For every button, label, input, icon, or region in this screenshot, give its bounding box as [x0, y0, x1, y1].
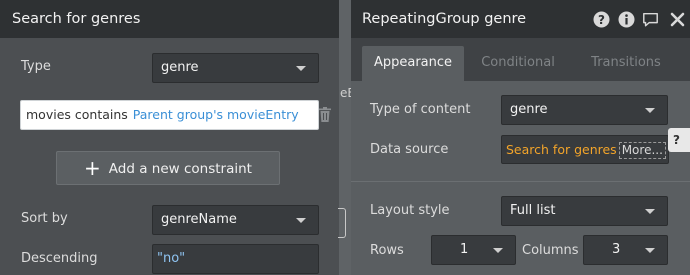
constraint-field[interactable]: movies contains	[26, 107, 128, 122]
columns-label: Columns	[522, 243, 579, 258]
help-side-tab[interactable]: ?	[668, 128, 690, 152]
property-editor-title: RepeatingGroup genre	[351, 0, 690, 38]
type-of-content-value: genre	[510, 102, 548, 117]
add-constraint-label: Add a new constraint	[108, 161, 252, 177]
svg-text:?: ?	[598, 13, 605, 27]
help-icon[interactable]: ?	[593, 11, 610, 28]
chevron-down-icon	[645, 108, 655, 113]
trash-icon[interactable]	[319, 107, 331, 122]
canvas-element-edge	[338, 208, 346, 238]
rows-label: Rows	[370, 243, 404, 258]
data-source-expression[interactable]: Search for genres	[506, 142, 617, 157]
rows-dropdown[interactable]: 1	[431, 235, 516, 265]
constraint-value[interactable]: Parent group's movieEntry	[133, 107, 299, 122]
columns-dropdown[interactable]: 3	[583, 235, 668, 265]
chevron-down-icon	[493, 248, 503, 253]
type-dropdown-value: genre	[161, 60, 199, 75]
plus-icon: +	[84, 156, 101, 180]
layout-style-dropdown[interactable]: Full list	[501, 196, 668, 226]
sort-by-value: genreName	[161, 212, 237, 227]
type-of-content-dropdown[interactable]: genre	[501, 95, 668, 125]
layout-style-label: Layout style	[370, 203, 450, 218]
data-source-label: Data source	[370, 142, 449, 157]
add-constraint-button[interactable]: + Add a new constraint	[56, 151, 280, 185]
canvas-partial-text: eE	[340, 86, 351, 100]
rows-value: 1	[460, 242, 469, 257]
close-icon[interactable]	[669, 11, 686, 28]
chevron-down-icon	[645, 248, 655, 253]
type-dropdown[interactable]: genre	[152, 53, 319, 83]
tab-transitions[interactable]: Transitions	[576, 46, 676, 81]
layout-style-value: Full list	[510, 203, 556, 218]
section-divider	[351, 181, 690, 182]
tab-appearance[interactable]: Appearance	[362, 46, 464, 81]
data-source-field[interactable]: Search for genres More...	[501, 135, 669, 164]
tab-conditional[interactable]: Conditional	[470, 46, 566, 81]
sort-by-label: Sort by	[21, 211, 68, 226]
info-icon[interactable]	[618, 11, 635, 28]
chevron-down-icon	[296, 66, 306, 71]
chevron-down-icon	[296, 218, 306, 223]
descending-label: Descending	[21, 251, 98, 266]
columns-value: 3	[612, 242, 621, 257]
search-editor-title: Search for genres	[0, 0, 339, 38]
type-label: Type	[21, 59, 51, 74]
sort-by-dropdown[interactable]: genreName	[152, 205, 319, 235]
more-button[interactable]: More...	[618, 142, 666, 159]
constraint-row[interactable]: movies contains Parent group's movieEntry	[20, 100, 319, 130]
comment-icon[interactable]	[642, 11, 659, 28]
descending-field[interactable]: "no"	[152, 244, 319, 274]
type-of-content-label: Type of content	[370, 102, 471, 117]
chevron-down-icon	[645, 209, 655, 214]
